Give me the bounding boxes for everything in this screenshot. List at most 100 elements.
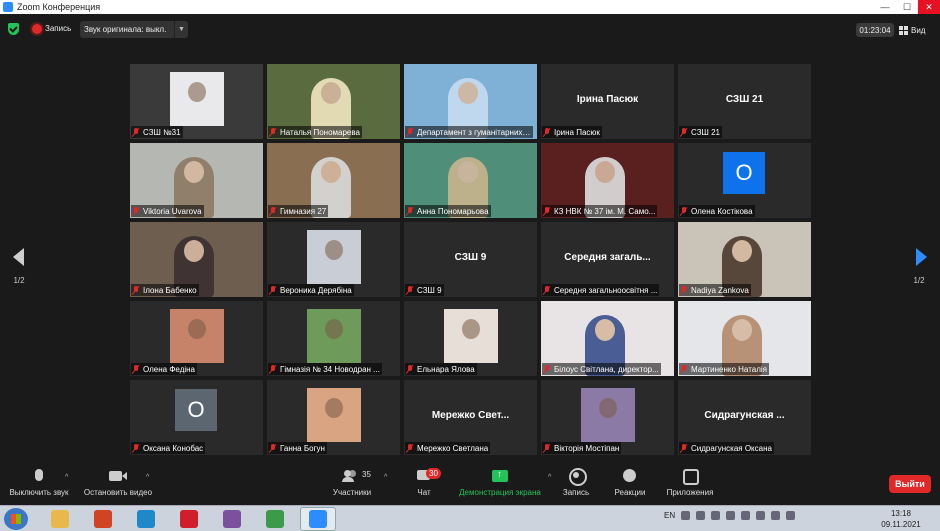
participant-name: СЗШ 21 xyxy=(691,127,720,137)
mute-button[interactable]: Выключить звук xyxy=(4,462,74,504)
window-title: Zoom Конференция xyxy=(17,2,101,12)
tray-app-icon[interactable] xyxy=(696,511,706,520)
stop-video-button[interactable]: Остановить видео xyxy=(80,462,156,504)
person-silhouette xyxy=(188,82,206,102)
muted-microphone-icon xyxy=(406,364,414,374)
previous-page-arrow-icon[interactable] xyxy=(13,248,24,266)
share-options-chevron-icon[interactable]: ^ xyxy=(548,474,551,481)
muted-microphone-icon xyxy=(680,285,688,295)
reactions-button[interactable]: Реакции xyxy=(610,462,650,504)
participant-tile[interactable]: О Олена Костікова xyxy=(678,143,811,218)
participants-chevron-icon[interactable]: ^ xyxy=(384,474,387,481)
tray-app-icon[interactable] xyxy=(726,511,736,520)
participant-tile[interactable]: Мартиненко Наталія xyxy=(678,301,811,376)
participants-button[interactable]: 35 Участники xyxy=(328,462,376,504)
participant-profile-photo xyxy=(170,72,224,126)
muted-microphone-icon xyxy=(269,443,277,453)
person-silhouette xyxy=(188,319,206,339)
muted-microphone-icon xyxy=(406,127,414,137)
participant-name-label: Ганна Богун xyxy=(268,442,327,454)
clock-date: 09.11.2021 xyxy=(881,520,921,529)
minimize-button[interactable]: — xyxy=(874,0,896,14)
tray-app-icon[interactable] xyxy=(756,511,766,520)
taskbar-app-chrome[interactable] xyxy=(257,507,293,531)
person-head xyxy=(595,319,615,341)
share-screen-button[interactable]: Демонстрация экрана xyxy=(452,462,548,504)
participant-tile[interactable]: Nadiya Zankova xyxy=(678,222,811,297)
participant-tile[interactable]: Ірина Пасюк Ірина Пасюк xyxy=(541,64,674,139)
tray-app-icon[interactable] xyxy=(711,511,721,520)
participant-name: Ілона Бабенко xyxy=(143,285,197,295)
participant-display-name: СЗШ 21 xyxy=(725,94,764,105)
muted-microphone-icon xyxy=(132,127,140,137)
participant-tile[interactable]: Олена Федіна xyxy=(130,301,263,376)
volume-icon[interactable] xyxy=(786,511,796,520)
view-button[interactable]: Вид xyxy=(899,23,925,37)
participant-name: Білоус Світлана, директор... xyxy=(554,364,659,374)
next-page-arrow-icon[interactable] xyxy=(916,248,927,266)
record-label: Запись xyxy=(562,488,590,497)
participant-tile[interactable]: Гимназия 27 xyxy=(267,143,400,218)
participant-tile[interactable]: О Оксана Конобас xyxy=(130,380,263,455)
chrome-icon xyxy=(266,510,284,528)
muted-microphone-icon xyxy=(680,206,688,216)
participant-tile[interactable]: Viktoria Uvarova xyxy=(130,143,263,218)
taskbar-app-edge[interactable] xyxy=(128,507,164,531)
participant-name: СЗШ №31 xyxy=(143,127,181,137)
record-button[interactable]: Запись xyxy=(556,462,596,504)
participant-profile-photo xyxy=(307,230,361,284)
network-icon[interactable] xyxy=(771,511,781,520)
participant-tile[interactable]: Середня загаль... Середня загальноосвітня… xyxy=(541,222,674,297)
participant-tile[interactable]: СЗШ №31 xyxy=(130,64,263,139)
participant-tile[interactable]: Ганна Богун xyxy=(267,380,400,455)
close-button[interactable]: ✕ xyxy=(918,0,940,14)
language-indicator[interactable]: EN xyxy=(664,511,675,520)
participant-name-label: СЗШ 21 xyxy=(679,126,722,138)
person-head xyxy=(458,161,478,183)
participant-tile[interactable]: Вероника Дерябіна xyxy=(267,222,400,297)
participant-name: Департамент з гуманітарних ... xyxy=(417,127,531,137)
participant-tile[interactable]: СЗШ 9 СЗШ 9 xyxy=(404,222,537,297)
leave-meeting-button[interactable]: Выйти xyxy=(889,475,931,493)
chevron-down-icon[interactable]: ▼ xyxy=(174,21,188,38)
video-options-chevron-icon[interactable]: ^ xyxy=(146,474,149,481)
participant-tile[interactable]: Білоус Світлана, директор... xyxy=(541,301,674,376)
participant-tile[interactable]: Вікторія Мостіпан xyxy=(541,380,674,455)
gallery-view: СЗШ №31 Наталья Пономарева Департамент з г… xyxy=(130,64,811,456)
muted-microphone-icon xyxy=(680,127,688,137)
participant-tile[interactable]: Департамент з гуманітарних ... xyxy=(404,64,537,139)
taskbar-app-zoom[interactable] xyxy=(300,507,336,531)
participant-tile[interactable]: Анна Пономарьова xyxy=(404,143,537,218)
taskbar-app-powerpoint[interactable] xyxy=(85,507,121,531)
participant-tile[interactable]: Наталья Пономарева xyxy=(267,64,400,139)
audio-options-chevron-icon[interactable]: ^ xyxy=(65,474,68,481)
participant-display-name: Мережко Свет... xyxy=(431,410,510,421)
muted-microphone-icon xyxy=(543,443,551,453)
participant-tile[interactable]: Сидрагунская ... Сидрагунская Оксана xyxy=(678,380,811,455)
participant-name-label: Наталья Пономарева xyxy=(268,126,362,138)
taskbar-clock[interactable]: 13:18 09.11.2021 xyxy=(878,508,924,530)
participant-name-label: Середня загальноосвітня ... xyxy=(542,284,660,296)
apps-button[interactable]: Приложения xyxy=(662,462,718,504)
participant-tile[interactable]: Ілона Бабенко xyxy=(130,222,263,297)
maximize-button[interactable]: ☐ xyxy=(896,0,918,14)
taskbar-app-opera[interactable] xyxy=(171,507,207,531)
muted-microphone-icon xyxy=(406,443,414,453)
participant-tile[interactable]: Гімназія № 34 Новодран ... xyxy=(267,301,400,376)
tray-app-icon[interactable] xyxy=(741,511,751,520)
participant-name-label: Мартиненко Наталія xyxy=(679,363,770,375)
participant-tile[interactable]: СЗШ 21 СЗШ 21 xyxy=(678,64,811,139)
muted-microphone-icon xyxy=(543,127,551,137)
tray-up-icon[interactable] xyxy=(681,511,691,520)
taskbar-app-viber[interactable] xyxy=(214,507,250,531)
participant-tile[interactable]: КЗ НВК № 37 ім. М. Само... xyxy=(541,143,674,218)
taskbar-app-explorer[interactable] xyxy=(42,507,78,531)
start-button-icon[interactable] xyxy=(4,508,28,530)
participant-name: Олена Костікова xyxy=(691,206,753,216)
participant-tile[interactable]: Мережко Свет... Мережко Светлана xyxy=(404,380,537,455)
participant-display-name: Сидрагунская ... xyxy=(704,410,785,421)
participant-tile[interactable]: Ельнара Ялова xyxy=(404,301,537,376)
title-bar: Zoom Конференция — ☐ ✕ xyxy=(0,0,940,14)
original-sound-button[interactable]: Звук оригинала: выкл. ▼ xyxy=(80,21,188,38)
security-shield-icon[interactable] xyxy=(8,23,19,35)
